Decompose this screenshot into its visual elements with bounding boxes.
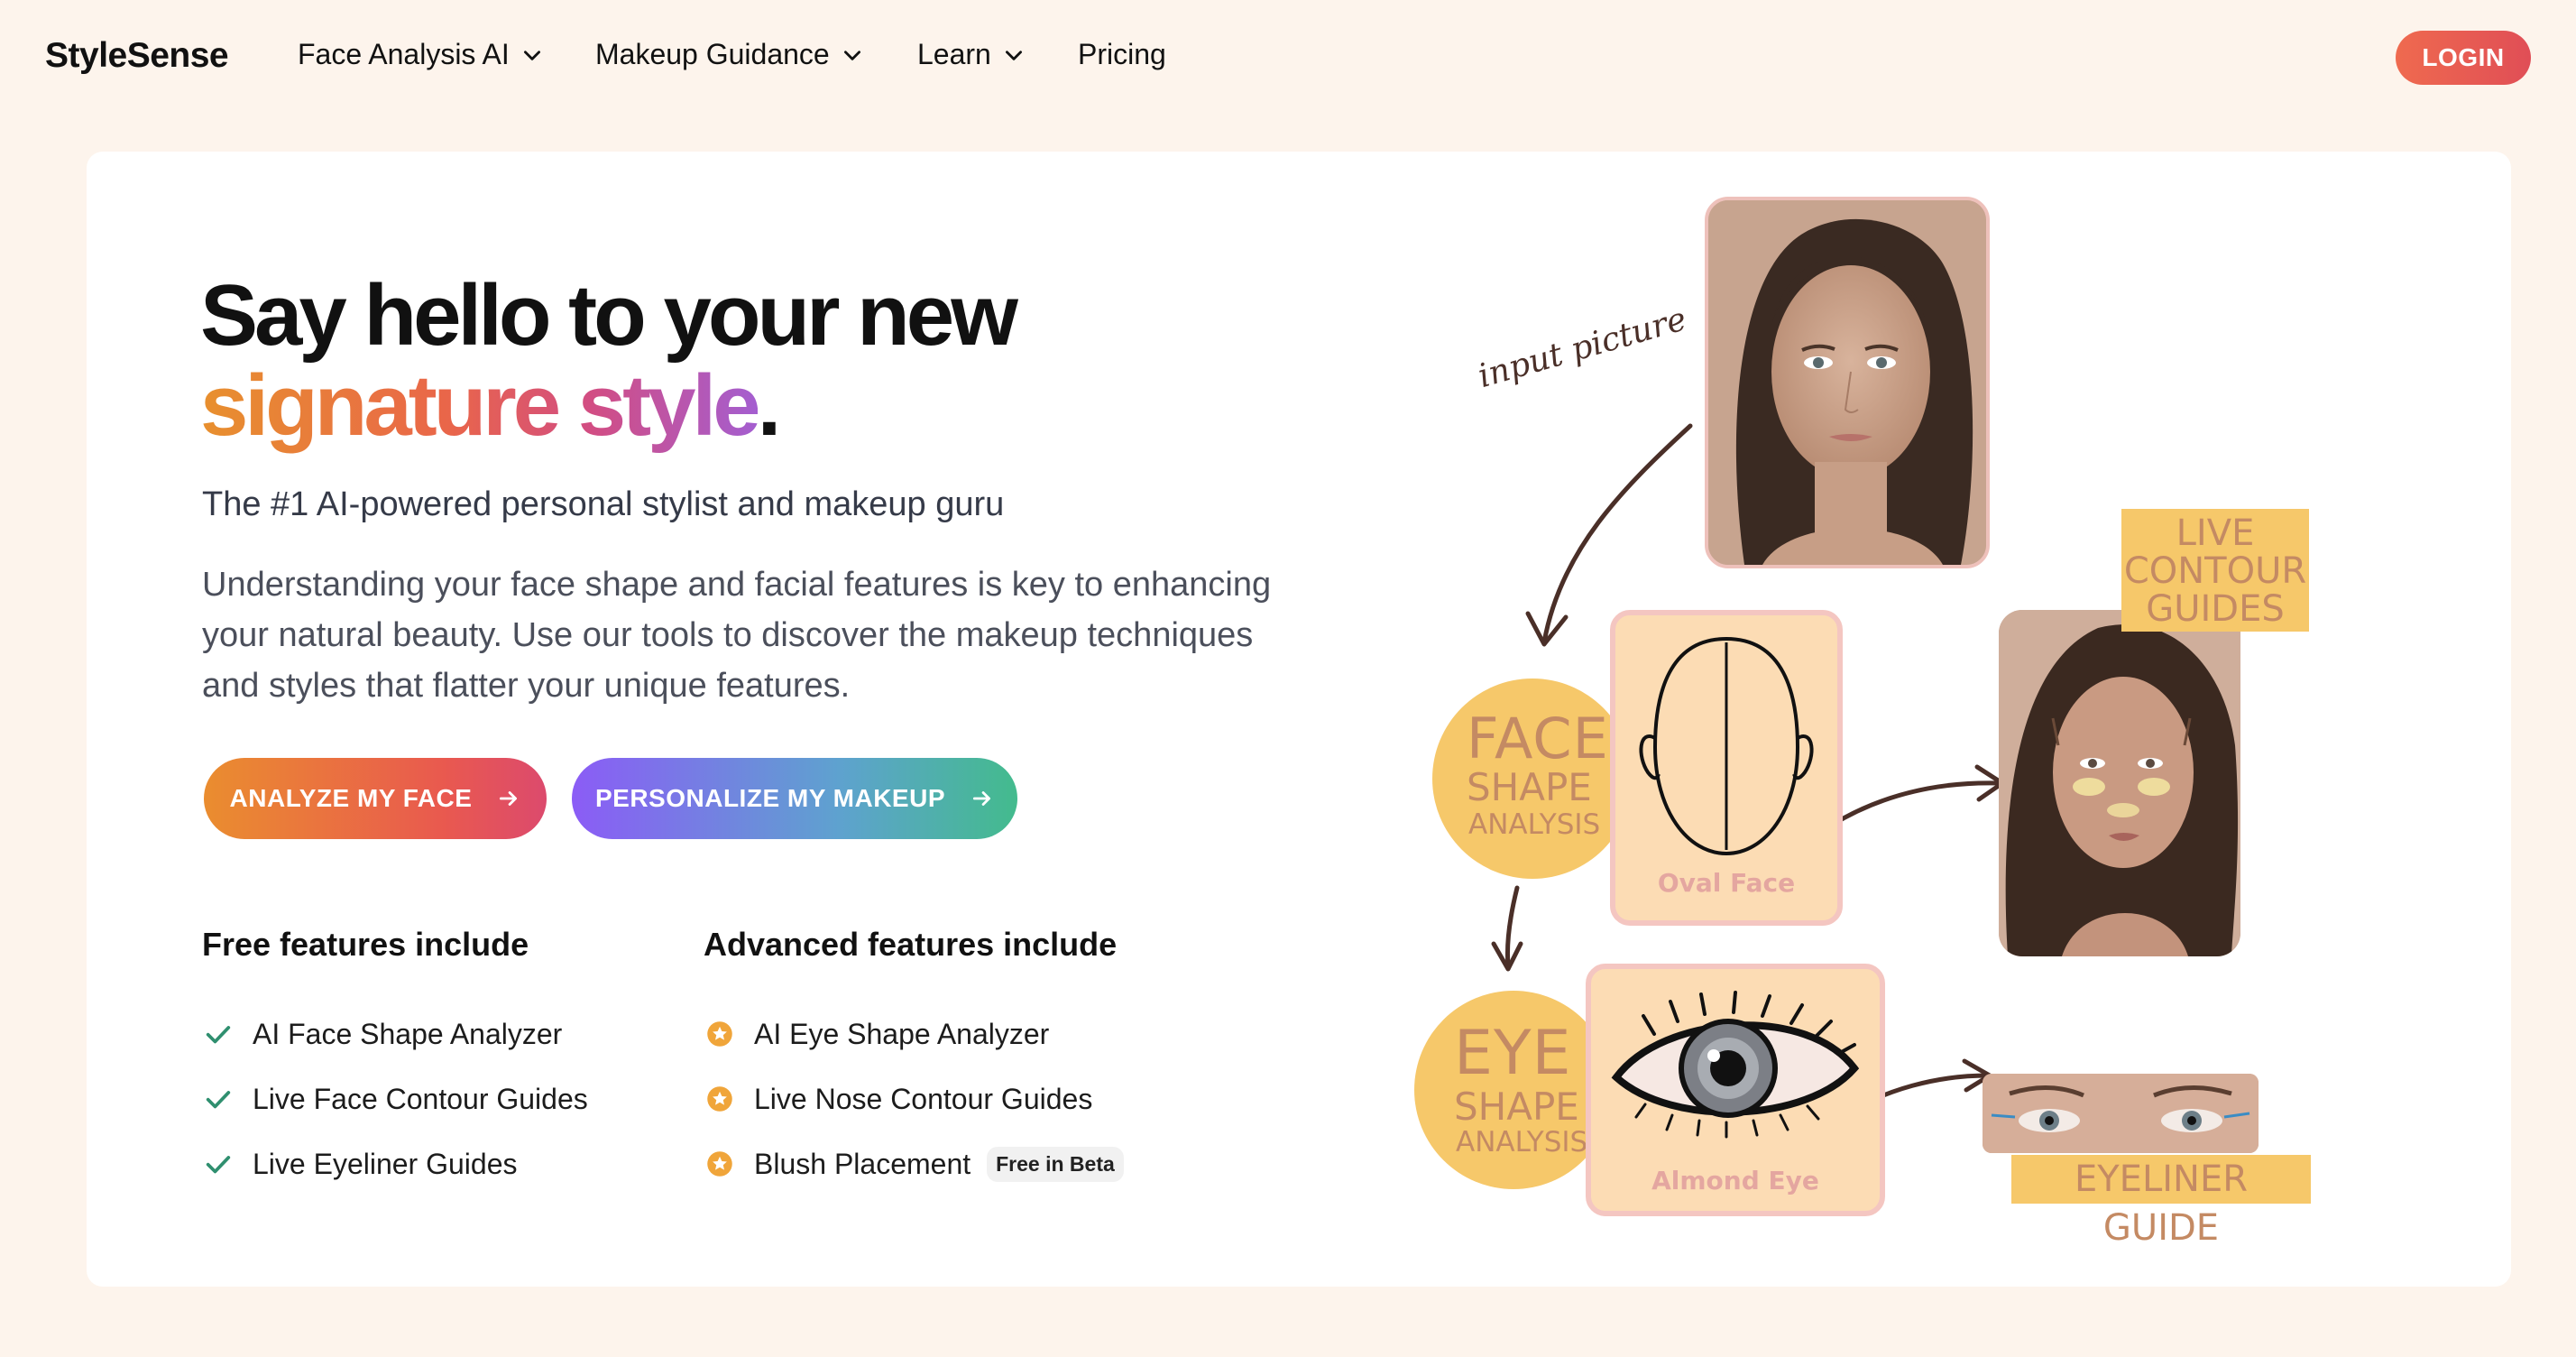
circle-small-text: ANALYSIS — [1456, 1126, 1588, 1159]
arrow-face-to-contour — [1816, 780, 2003, 836]
eye-shape-analysis-circle: EYE SHAPE ANALYSIS — [1414, 991, 1613, 1189]
circle-small-text: ANALYSIS — [1468, 808, 1601, 841]
live-contour-guides-tag: LIVE CONTOUR GUIDES — [2121, 509, 2309, 632]
almond-eye-box: Almond Eye — [1586, 964, 1885, 1216]
circle-big-text: EYE — [1454, 1018, 1572, 1089]
circle-big-text: FACE — [1467, 706, 1609, 771]
tag-line: CONTOUR — [2123, 550, 2307, 592]
almond-eye-icon — [1611, 991, 1860, 1139]
tag-line: GUIDES — [2146, 588, 2285, 630]
tag-line: LIVE — [2176, 512, 2255, 554]
oval-face-outline-icon — [1639, 636, 1814, 856]
contour-portrait-image — [1999, 610, 2240, 956]
circle-mid-text: SHAPE — [1454, 1085, 1579, 1129]
eyeliner-guide-tag: EYELINER GUIDE — [2011, 1155, 2311, 1249]
eyeliner-eyes-image — [1983, 1074, 2259, 1153]
circle-mid-text: SHAPE — [1467, 765, 1592, 809]
face-shape-result-label: Oval Face — [1657, 868, 1796, 898]
eye-shape-result-label: Almond Eye — [1651, 1166, 1819, 1195]
oval-face-box: Oval Face — [1610, 610, 1843, 926]
face-shape-analysis-circle: FACE SHAPE ANALYSIS — [1432, 678, 1633, 879]
